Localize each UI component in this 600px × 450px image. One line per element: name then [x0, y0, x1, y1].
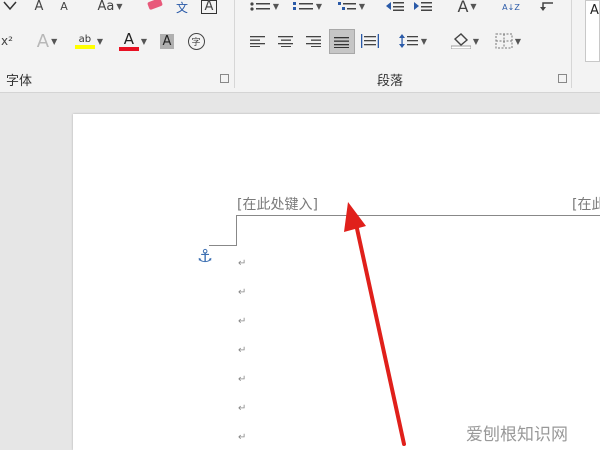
annotation-arrow	[344, 202, 406, 446]
annotation-arrow-shaft	[354, 222, 406, 446]
annotation-arrow-head	[344, 202, 366, 232]
watermark-text: 爱刨根知识网	[466, 425, 568, 445]
